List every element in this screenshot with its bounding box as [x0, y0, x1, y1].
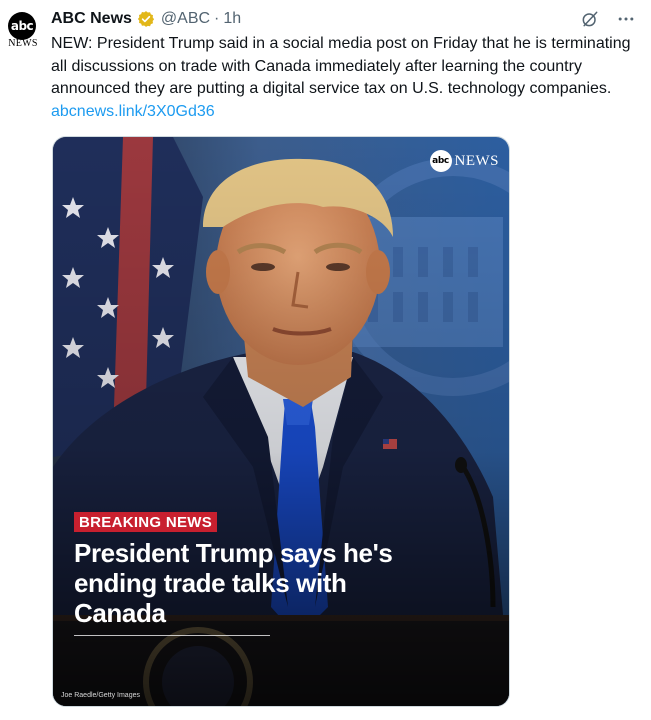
avatar[interactable]: abc [8, 12, 36, 40]
tweet-body: NEW: President Trump said in a social me… [51, 35, 631, 97]
avatar-subtext: NEWS [8, 38, 38, 49]
tweet-media-image[interactable]: abc NEWS BREAKING NEWS President Trump s… [52, 136, 510, 707]
more-icon[interactable] [615, 8, 637, 30]
tweet-text: NEW: President Trump said in a social me… [51, 33, 641, 123]
headline-divider [74, 635, 270, 636]
abc-logo-circle: abc [429, 150, 452, 172]
tweet-header: ABC News @ABC · 1h [51, 9, 241, 29]
verified-badge-icon[interactable] [137, 10, 155, 28]
separator-dot: · [214, 10, 220, 27]
tweet[interactable]: abc NEWS ABC News @ABC · 1h NEW: Preside… [0, 0, 651, 720]
breaking-news-badge: BREAKING NEWS [74, 512, 218, 532]
tweet-link[interactable]: abcnews.link/3X0Gd36 [51, 103, 215, 120]
abc-news-logo: abc NEWS [429, 150, 500, 172]
photo-credit: Joe Raedle/Getty Images [61, 692, 140, 699]
timestamp[interactable]: 1h [223, 9, 241, 29]
display-name[interactable]: ABC News [51, 9, 132, 29]
header-actions [579, 8, 637, 30]
abc-logo-text: NEWS [454, 152, 499, 169]
handle[interactable]: @ABC [161, 9, 210, 29]
media-headline: President Trump says he's ending trade t… [74, 538, 393, 628]
avatar-logo-text: abc [10, 19, 34, 33]
grok-icon[interactable] [579, 8, 601, 30]
